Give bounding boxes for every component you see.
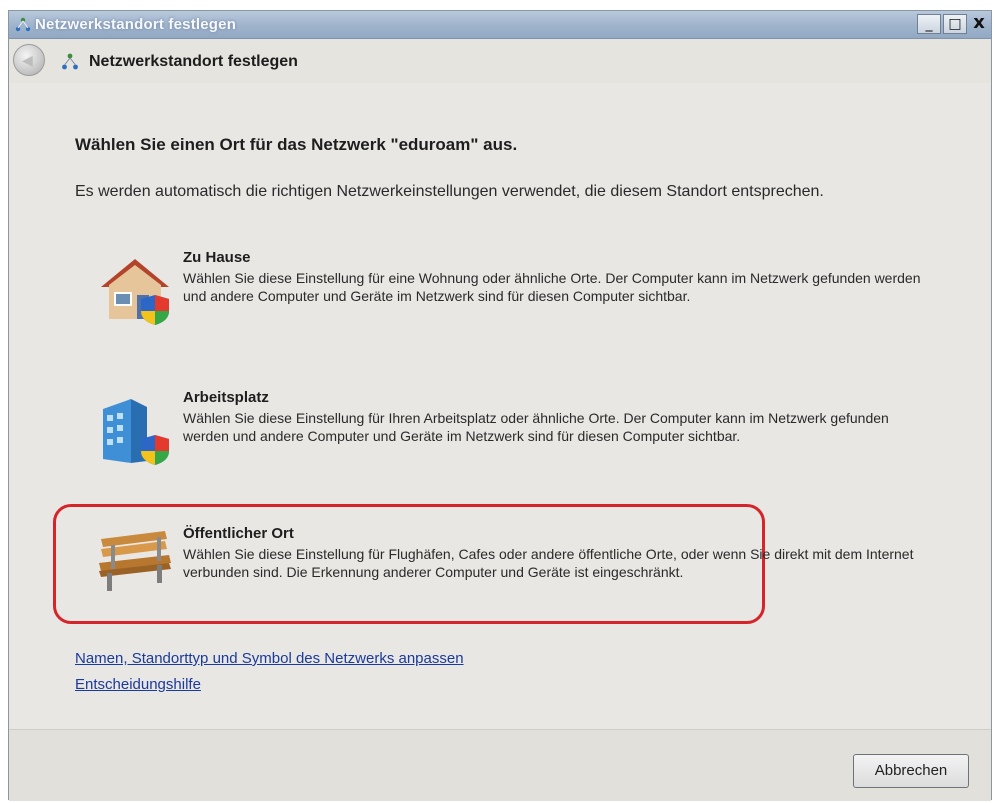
option-description: Wählen Sie diese Einstellung für Ihren A…: [183, 410, 889, 444]
option-description: Wählen Sie diese Einstellung für eine Wo…: [183, 270, 921, 304]
dialog-footer: Abbrechen: [9, 729, 991, 801]
back-button[interactable]: ◀: [13, 44, 45, 76]
prompt-heading: Wählen Sie einen Ort für das Netzwerk "e…: [75, 135, 518, 154]
maximize-button[interactable]: □: [943, 14, 967, 34]
option-description: Wählen Sie diese Einstellung für Flughäf…: [183, 546, 914, 580]
prompt-description: Es werden automatisch die richtigen Netz…: [75, 183, 824, 200]
option-title: Arbeitsplatz: [183, 389, 269, 406]
window-title: Netzwerkstandort festlegen: [35, 16, 237, 33]
decision-help-link[interactable]: Entscheidungshilfe: [75, 676, 464, 693]
cancel-button[interactable]: Abbrechen: [853, 754, 969, 788]
option-title: Zu Hause: [183, 249, 251, 266]
navigation-bar: ◀ Netzwerkstandort festlegen: [9, 39, 991, 83]
close-button[interactable]: x: [969, 14, 989, 34]
window-controls: _ □ x: [917, 14, 989, 34]
back-arrow-icon: ◀: [22, 52, 33, 68]
park-bench-icon: [99, 531, 171, 591]
content-area: Wählen Sie einen Ort für das Netzwerk "e…: [9, 83, 991, 729]
network-icon: [62, 53, 78, 70]
office-building-icon: [103, 399, 169, 465]
title-bar[interactable]: Netzwerkstandort festlegen _ □ x: [9, 11, 991, 39]
help-links: Namen, Standorttyp und Symbol des Netzwe…: [75, 650, 464, 702]
minimize-button[interactable]: _: [917, 14, 941, 34]
customize-network-link[interactable]: Namen, Standorttyp und Symbol des Netzwe…: [75, 650, 464, 667]
home-icon: [101, 259, 169, 325]
dialog-window: Netzwerkstandort festlegen _ □ x ◀ Netzw…: [8, 10, 992, 801]
page-title: Netzwerkstandort festlegen: [89, 53, 298, 70]
network-icon: [15, 17, 31, 32]
option-title: Öffentlicher Ort: [183, 525, 294, 542]
